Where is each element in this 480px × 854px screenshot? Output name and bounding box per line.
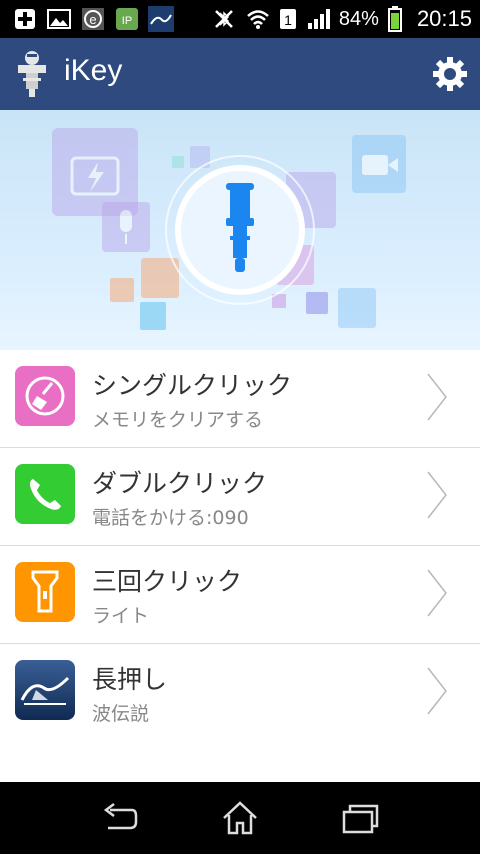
home-tile <box>306 292 328 314</box>
ikey-logo-icon <box>14 50 50 98</box>
list-item-subtitle: 電話をかける:090 <box>92 507 249 529</box>
chat-tile <box>140 302 166 330</box>
recents-icon[interactable] <box>340 800 380 836</box>
e-browser-icon: e <box>80 6 106 32</box>
bluetooth-off-icon <box>211 6 237 32</box>
chevron-right-icon <box>427 373 447 421</box>
phone-icon <box>15 464 75 524</box>
clock: 20:15 <box>416 6 472 31</box>
navigation-bar <box>0 782 480 854</box>
broom-icon <box>15 366 75 426</box>
list-item-single-click[interactable]: シングルクリック メモリをクリアする <box>0 350 480 448</box>
action-list: シングルクリック メモリをクリアする ダブルクリック 電話をかける:090 三回… <box>0 350 480 741</box>
list-item-title: ダブルクリック <box>92 469 268 498</box>
chevron-right-icon <box>427 667 447 715</box>
sim-1-icon: 1 <box>279 6 297 32</box>
wifi-icon <box>245 6 271 32</box>
chevron-right-icon <box>427 569 447 617</box>
list-item-triple-click[interactable]: 三回クリック ライト <box>0 546 480 644</box>
ip-messenger-icon: IP <box>114 6 140 32</box>
plus-icon <box>12 6 38 32</box>
svg-text:IP: IP <box>122 15 132 27</box>
gear-icon[interactable] <box>432 56 468 92</box>
toolbox-tile <box>338 288 376 328</box>
wave-app-icon <box>15 660 75 720</box>
chevron-right-icon <box>427 471 447 519</box>
battery-percent: 84% <box>338 7 379 30</box>
svg-text:1: 1 <box>284 12 292 28</box>
mic-tile <box>102 202 150 252</box>
list-item-title: 長押し <box>92 665 168 694</box>
app-bar: iKey <box>0 38 480 110</box>
list-item-subtitle: メモリをクリアする <box>92 409 264 431</box>
list-item-title: 三回クリック <box>92 567 243 596</box>
svg-text:e: e <box>89 12 96 27</box>
home-icon[interactable] <box>220 800 260 836</box>
banner <box>0 110 480 350</box>
phone-tile <box>110 278 134 302</box>
image-icon <box>46 6 72 32</box>
wave-app-icon <box>148 6 174 32</box>
battery-icon <box>387 6 403 32</box>
status-bar: e IP 1 84% 20:15 <box>0 0 480 38</box>
back-icon[interactable] <box>100 800 140 836</box>
list-item-title: シングルクリック <box>92 371 293 400</box>
list-item-long-press[interactable]: 長押し 波伝説 <box>0 644 480 741</box>
camera-tile <box>352 135 406 193</box>
app-title: iKey <box>64 54 123 87</box>
list-item-subtitle: ライト <box>92 605 150 627</box>
list-item-double-click[interactable]: ダブルクリック 電話をかける:090 <box>0 448 480 546</box>
list-item-subtitle: 波伝説 <box>92 703 150 725</box>
signal-icon <box>305 6 331 32</box>
flashlight-icon <box>15 562 75 622</box>
